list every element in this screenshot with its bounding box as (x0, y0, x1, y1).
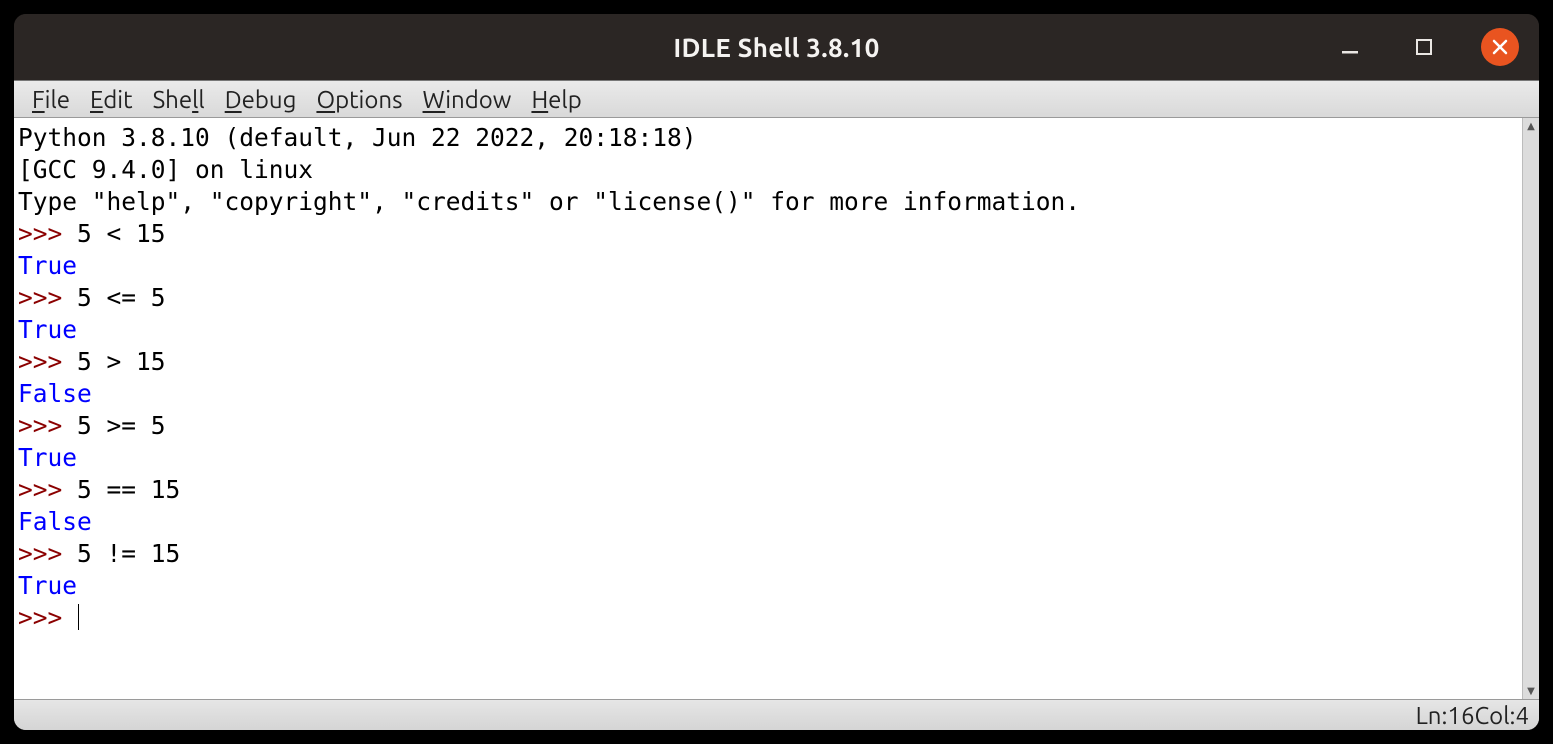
statusbar: Ln: 16 Col: 4 (14, 699, 1539, 730)
client-area: File Edit Shell Debug Options Window Hel… (14, 80, 1539, 730)
window-controls (1333, 14, 1519, 80)
input-line: 5 <= 5 (77, 283, 166, 312)
status-line-value: 16 (1447, 702, 1474, 729)
input-line: 5 > 15 (77, 347, 166, 376)
vertical-scrollbar[interactable]: ▲ ▼ (1522, 118, 1539, 699)
menu-window[interactable]: Window (413, 84, 522, 115)
maximize-button[interactable] (1407, 30, 1441, 64)
menu-edit-mnemonic: E (90, 86, 103, 113)
input-line: 5 < 15 (77, 219, 166, 248)
maximize-icon (1415, 38, 1433, 56)
prompt: >>> (18, 347, 77, 376)
titlebar: IDLE Shell 3.8.10 (14, 14, 1539, 80)
status-col-value: 4 (1515, 702, 1529, 729)
output-line: True (18, 443, 77, 472)
output-line: True (18, 251, 77, 280)
idle-window: IDLE Shell 3.8.10 File Ed (14, 14, 1539, 730)
prompt: >>> (18, 411, 77, 440)
text-caret (78, 604, 79, 630)
banner-line: Python 3.8.10 (default, Jun 22 2022, 20:… (18, 123, 711, 152)
banner-line: Type "help", "copyright", "credits" or "… (18, 187, 1080, 216)
status-col-label: Col: (1474, 702, 1515, 729)
scroll-down-icon: ▼ (1523, 683, 1539, 699)
minimize-icon (1340, 37, 1360, 57)
input-line: 5 >= 5 (77, 411, 166, 440)
prompt: >>> (18, 539, 77, 568)
menu-options[interactable]: Options (306, 84, 412, 115)
menu-file[interactable]: File (22, 84, 80, 115)
close-icon (1491, 38, 1509, 56)
menu-help[interactable]: Help (521, 84, 591, 115)
menu-file-mnemonic: F (32, 86, 45, 113)
prompt: >>> (18, 219, 77, 248)
menu-edit[interactable]: Edit (80, 84, 143, 115)
banner-line: [GCC 9.4.0] on linux (18, 155, 313, 184)
prompt: >>> (18, 475, 77, 504)
menu-window-mnemonic: W (423, 86, 446, 113)
window-title: IDLE Shell 3.8.10 (673, 33, 879, 62)
scroll-up-icon: ▲ (1523, 118, 1539, 134)
menu-shell[interactable]: Shell (143, 84, 215, 115)
shell-area: Python 3.8.10 (default, Jun 22 2022, 20:… (14, 118, 1539, 699)
output-line: False (18, 507, 92, 536)
shell-text[interactable]: Python 3.8.10 (default, Jun 22 2022, 20:… (14, 118, 1523, 699)
menu-options-mnemonic: O (316, 86, 335, 113)
minimize-button[interactable] (1333, 30, 1367, 64)
input-line: 5 == 15 (77, 475, 180, 504)
menu-help-mnemonic: H (531, 86, 548, 113)
menu-shell-mnemonic: l (192, 86, 198, 113)
input-line: 5 != 15 (77, 539, 180, 568)
menu-debug[interactable]: Debug (215, 84, 307, 115)
close-button[interactable] (1481, 28, 1519, 66)
output-line: True (18, 315, 77, 344)
prompt: >>> (18, 283, 77, 312)
status-line-label: Ln: (1416, 702, 1448, 729)
output-line: False (18, 379, 92, 408)
output-line: True (18, 571, 77, 600)
menu-debug-mnemonic: D (225, 86, 242, 113)
menubar: File Edit Shell Debug Options Window Hel… (14, 81, 1539, 118)
prompt: >>> (18, 603, 77, 632)
